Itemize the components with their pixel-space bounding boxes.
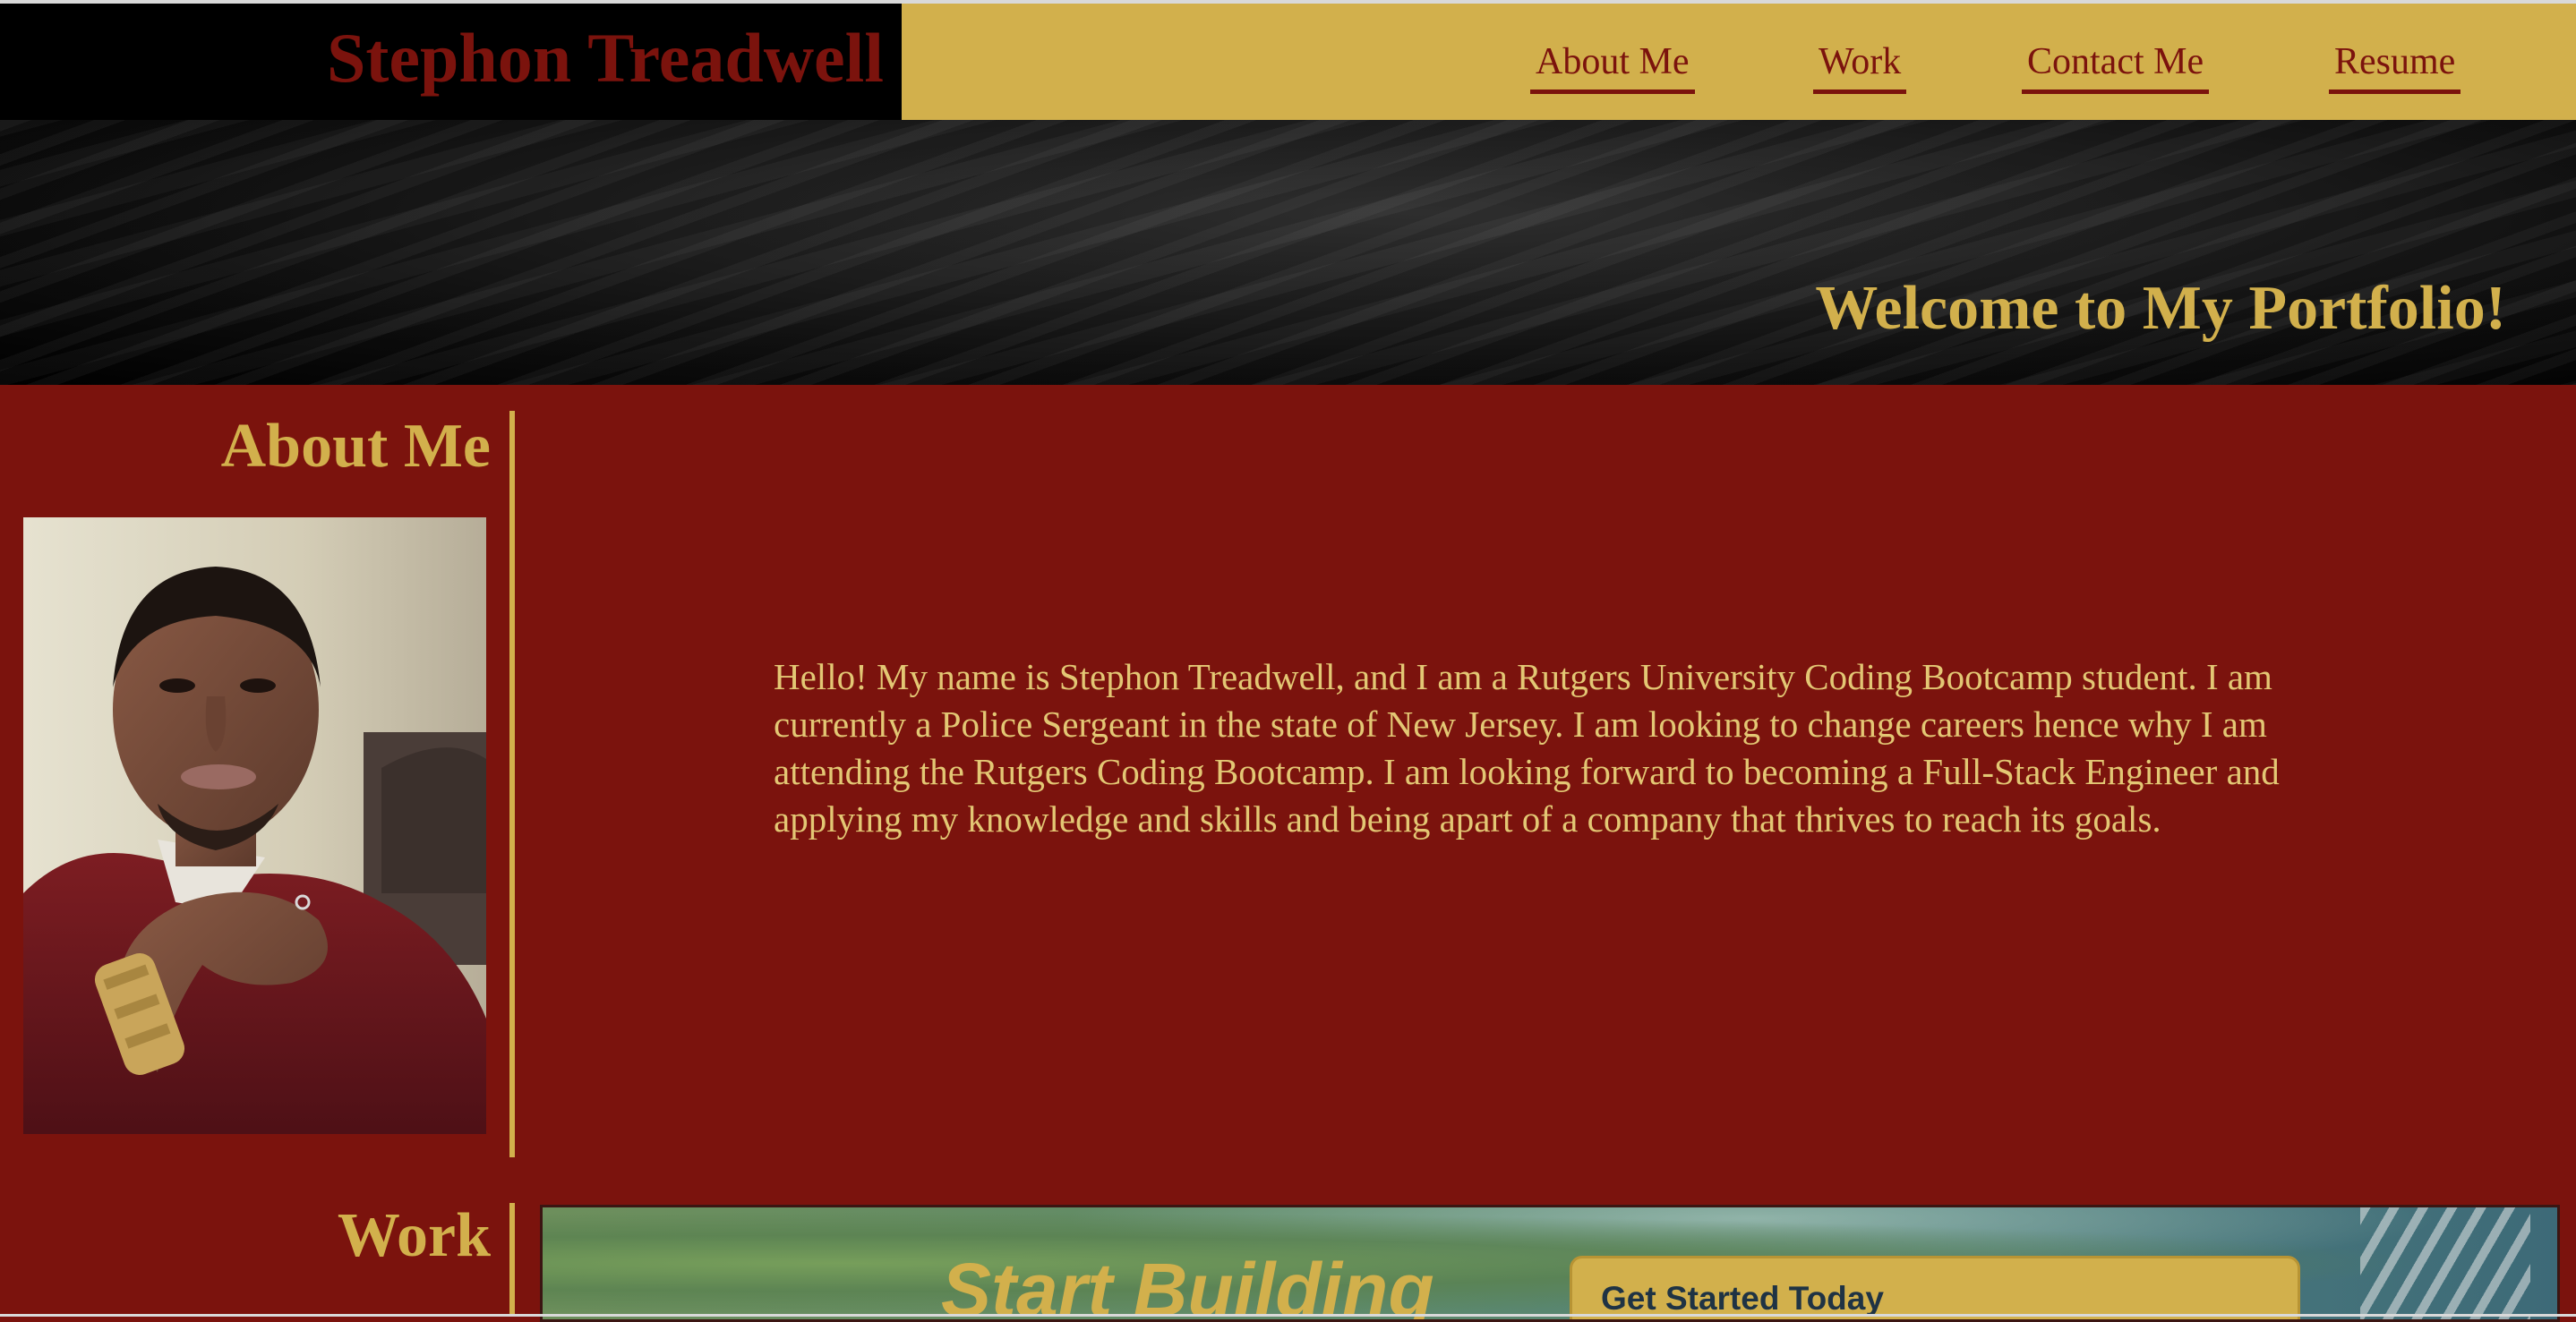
project-cta-text: Get Started Today (1601, 1280, 1884, 1317)
project-cta-panel: Get Started Today (1570, 1256, 2300, 1319)
work-project-card[interactable]: Start Building Get Started Today (540, 1205, 2560, 1322)
nav-link-about-me[interactable]: About Me (1530, 43, 1695, 94)
brand-box: Stephon Treadwell (0, 4, 902, 120)
about-divider (509, 411, 515, 1157)
hero-banner: Welcome to My Portfolio! (0, 120, 2576, 385)
nav-link-work[interactable]: Work (1813, 43, 1907, 94)
work-divider (509, 1203, 515, 1317)
site-header: Stephon Treadwell About Me Work Contact … (0, 4, 2576, 120)
hero-title: Welcome to My Portfolio! (1815, 274, 2506, 343)
project-banner-title: Start Building (941, 1248, 1434, 1322)
profile-photo (23, 517, 486, 1134)
work-heading: Work (337, 1201, 491, 1270)
nav-link-resume[interactable]: Resume (2329, 43, 2461, 94)
site-brand-name: Stephon Treadwell (327, 19, 884, 97)
project-image-stripes (2360, 1207, 2530, 1319)
nav-link-contact-me[interactable]: Contact Me (2022, 43, 2210, 94)
about-bio-text: Hello! My name is Stephon Treadwell, and… (774, 656, 2280, 840)
about-heading: About Me (220, 412, 491, 481)
main-nav: About Me Work Contact Me Resume (902, 4, 2576, 120)
